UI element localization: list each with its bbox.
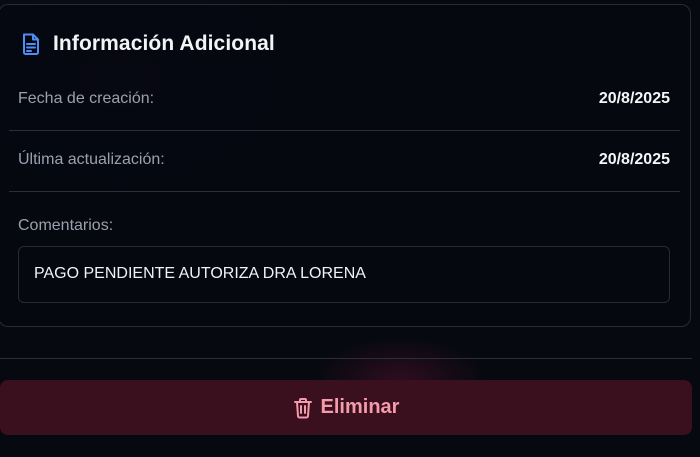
trash-icon bbox=[293, 397, 313, 419]
delete-button-label: Eliminar bbox=[320, 396, 400, 418]
created-date-row: Fecha de creación: 20/8/2025 bbox=[9, 71, 680, 131]
comments-label: Comentarios: bbox=[18, 217, 114, 234]
page: Información Adicional Fecha de creación:… bbox=[0, 0, 700, 457]
comments-box: PAGO PENDIENTE AUTORIZA DRA LORENA bbox=[18, 246, 670, 303]
created-date-label: Fecha de creación: bbox=[18, 90, 155, 107]
created-date-value: 20/8/2025 bbox=[598, 90, 670, 107]
comments-text: PAGO PENDIENTE AUTORIZA DRA LORENA bbox=[34, 265, 366, 282]
divider bbox=[0, 358, 692, 359]
document-icon bbox=[20, 32, 42, 56]
additional-info-card: Información Adicional Fecha de creación:… bbox=[0, 4, 691, 327]
updated-date-value: 20/8/2025 bbox=[598, 151, 670, 168]
delete-button[interactable]: Eliminar bbox=[0, 380, 692, 435]
updated-date-label: Última actualización: bbox=[18, 151, 165, 168]
card-header: Información Adicional bbox=[20, 31, 275, 57]
card-title: Información Adicional bbox=[53, 32, 275, 55]
updated-date-row: Última actualización: 20/8/2025 bbox=[9, 132, 680, 192]
